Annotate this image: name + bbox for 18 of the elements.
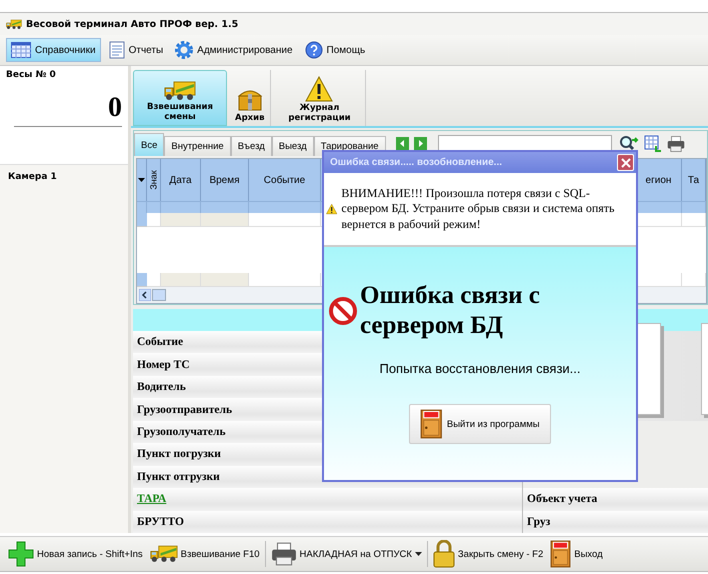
field-label: Груз <box>527 516 550 528</box>
field-label: Объект учета <box>527 493 598 506</box>
field-label: Пункт погрузки <box>137 448 221 460</box>
warning-message: ВНИМАНИЕ!!! Произошла потеря связи с SQL-сервером БД. Устраните обрыв связи и система опять вернется в рабочий режим! <box>341 186 616 232</box>
field-label: Событие <box>137 336 184 348</box>
field-label: Номер ТС <box>137 358 190 371</box>
scale-title: Весы № 0 <box>6 70 57 80</box>
window-title: Весовой терминал Авто ПРОФ вер. 1.5 <box>26 18 238 30</box>
field-label: Пункт отгрузки <box>137 470 220 483</box>
error-heading: Ошибка связи с сервером БД <box>360 281 541 341</box>
field-label: БРУТТО <box>137 516 184 528</box>
camera-title: Камера 1 <box>8 172 57 182</box>
dialog-title: Ошибка связи..... возобновление... <box>330 157 502 168</box>
weight-reading: 0 <box>14 92 122 127</box>
field-label: Водитель <box>137 381 186 394</box>
status-message: Попытка восстановления связи... <box>379 361 581 376</box>
field-label: Грузополучатель <box>137 426 226 438</box>
field-label: Грузоотправитель <box>137 404 232 416</box>
